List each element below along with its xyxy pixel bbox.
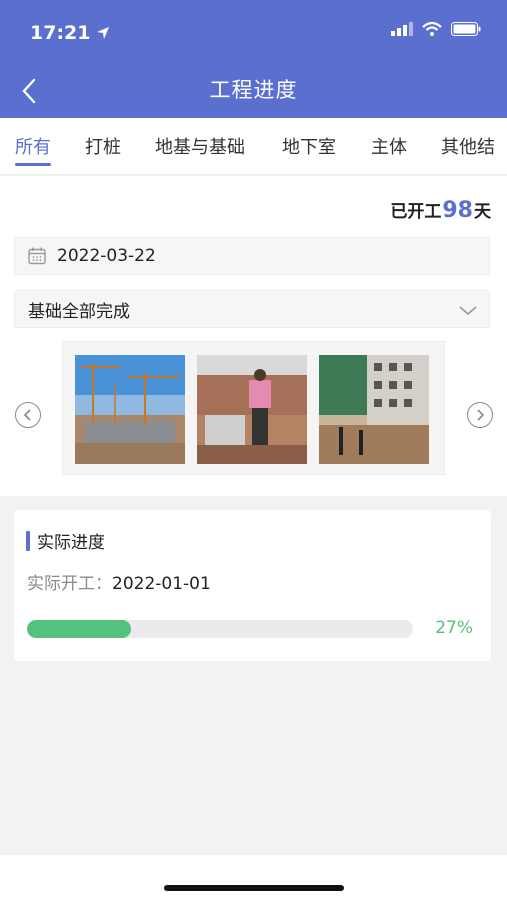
wifi-icon xyxy=(422,22,442,36)
actual-start-row: 实际开工：2022-01-01 xyxy=(27,569,211,594)
start-date: 2022-01-01 xyxy=(112,574,211,594)
tab-all[interactable]: 所有 xyxy=(15,133,51,159)
stage-tabs: 所有 打桩 地基与基础 地下室 主体 其他结 xyxy=(0,118,507,175)
chevron-down-icon xyxy=(459,306,477,316)
site-photo-cranes[interactable] xyxy=(75,355,185,464)
progress-bar-track xyxy=(27,620,413,638)
tab-foundation[interactable]: 地基与基础 xyxy=(155,133,245,159)
section-accent-bar xyxy=(26,530,30,551)
actual-progress-card: 实际进度 实际开工：2022-01-01 27% xyxy=(14,510,491,661)
section-title-text: 实际进度 xyxy=(37,533,105,553)
battery-icon xyxy=(451,22,481,36)
progress-percent: 27% xyxy=(435,618,473,638)
site-photo-bricks[interactable] xyxy=(197,355,307,464)
active-tab-indicator xyxy=(15,163,51,166)
calendar-icon xyxy=(27,246,47,266)
date-value: 2022-03-22 xyxy=(57,246,156,266)
stage-select-value: 基础全部完成 xyxy=(28,301,130,322)
gallery-next-button[interactable] xyxy=(467,402,493,428)
progress-bar-fill xyxy=(27,620,132,638)
location-arrow-icon xyxy=(97,27,110,39)
bottom-safe-area xyxy=(0,855,507,900)
days-suffix: 天 xyxy=(474,202,491,222)
signal-icon xyxy=(391,22,413,36)
status-icons xyxy=(391,22,481,36)
days-prefix: 已开工 xyxy=(390,202,442,222)
tab-basement[interactable]: 地下室 xyxy=(282,133,336,159)
days-count: 98 xyxy=(442,198,473,223)
section-title: 实际进度 xyxy=(26,528,105,553)
progress-record-card: 已开工 98 天 2022-03-22 基础全部完成 xyxy=(0,176,507,496)
tab-main-structure[interactable]: 主体 xyxy=(371,133,407,159)
app-header: 17:21 工程进度 xyxy=(0,0,507,118)
tab-piling[interactable]: 打桩 xyxy=(85,133,121,159)
days-since-start: 已开工 98 天 xyxy=(390,197,491,223)
site-photo-building[interactable] xyxy=(319,355,429,464)
chevron-right-icon xyxy=(477,409,485,421)
page-title: 工程进度 xyxy=(209,78,298,102)
home-indicator xyxy=(164,885,344,891)
start-label: 实际开工： xyxy=(27,574,112,594)
time-text: 17:21 xyxy=(30,22,91,44)
gallery-prev-button[interactable] xyxy=(15,402,41,428)
date-field[interactable]: 2022-03-22 xyxy=(14,237,490,275)
photo-gallery xyxy=(62,341,445,475)
chevron-left-icon xyxy=(23,409,31,421)
tab-other[interactable]: 其他结 xyxy=(441,133,495,159)
stage-select[interactable]: 基础全部完成 xyxy=(14,290,490,328)
status-time: 17:21 xyxy=(30,22,110,44)
